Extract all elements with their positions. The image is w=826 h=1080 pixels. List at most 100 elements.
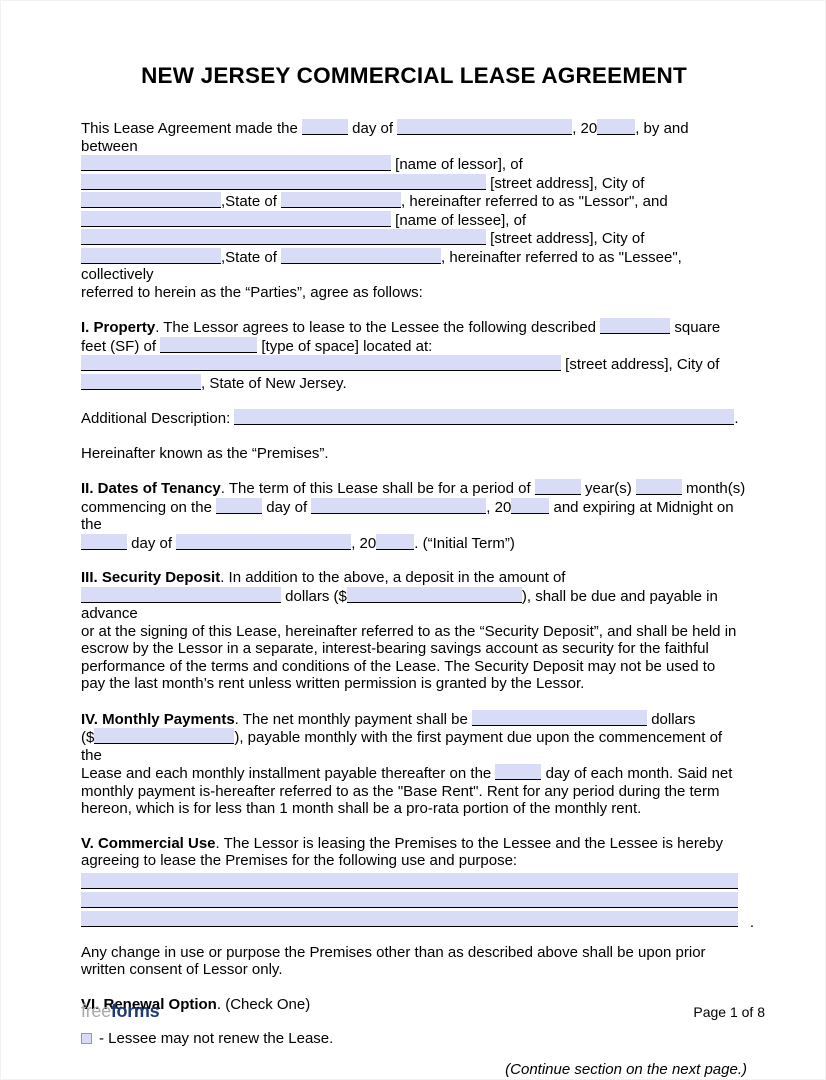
monthly-text-1b: dollars (651, 710, 696, 728)
dates-text-1b: year(s) (585, 480, 632, 497)
dates-text-3b: , 20 (351, 534, 377, 552)
intro-line-1: This Lease Agreement made the day of , 2… (81, 119, 747, 155)
payment-day-field[interactable] (495, 764, 542, 780)
dates-text-2a: commencing on the (81, 498, 212, 516)
property-text-3: [street address], City of (565, 356, 720, 373)
intro-line-3: [street address], City of (81, 173, 747, 193)
month-field[interactable] (397, 119, 573, 135)
space-type-field[interactable] (160, 336, 258, 353)
monthly-line-1: IV. Monthly Payments. The net monthly pa… (81, 709, 747, 729)
lessor-street-field[interactable] (81, 173, 486, 190)
deposit-words-field[interactable] (81, 586, 281, 603)
section-dates-of-tenancy: II. Dates of Tenancy. The term of this L… (81, 479, 747, 552)
commercial-after-line-1: Any change in use or purpose the Premise… (81, 943, 706, 961)
commercial-use-line-1[interactable] (81, 872, 738, 889)
dates-line-1: II. Dates of Tenancy. The term of this L… (81, 479, 747, 498)
day-field[interactable] (301, 119, 348, 135)
intro-text-4a: ,State of (221, 193, 277, 210)
dates-text-2c: , 20 (486, 498, 512, 516)
security-text-1: . In addition to the above, a deposit in… (220, 569, 566, 586)
intro-paragraph: This Lease Agreement made the day of , 2… (81, 119, 747, 301)
security-line-6: pay the last month’s rent unless written… (81, 675, 585, 692)
property-city-field[interactable] (81, 373, 201, 390)
end-day-field[interactable] (81, 533, 127, 550)
security-line-4: escrow by the Lessor in a separate, inte… (81, 640, 709, 657)
page-footer: freeforms Page 1 of 8 (81, 1001, 765, 1022)
commercial-use-line-3[interactable] (81, 910, 738, 927)
intro-line-2: [name of lessor], of (81, 155, 747, 174)
section-commercial-use: V. Commercial Use. The Lessor is leasing… (81, 835, 754, 931)
lessee-name-field[interactable] (81, 210, 391, 227)
document-body: This Lease Agreement made the day of , 2… (81, 89, 754, 1078)
property-text-1b: square (674, 319, 721, 336)
freeforms-logo[interactable]: freeforms (81, 1001, 160, 1022)
monthly-text-1a: . The net monthly payment shall be (234, 710, 468, 728)
property-line-2: feet (SF) of [type of space] located at: (81, 336, 747, 356)
intro-text-6: [street address], City of (490, 230, 645, 247)
lessee-street-field[interactable] (81, 229, 486, 245)
additional-description-label: Additional Description: (81, 410, 231, 427)
document-page: NEW JERSEY COMMERCIAL LEASE AGREEMENT Th… (0, 0, 826, 1080)
start-year-field[interactable] (511, 497, 550, 514)
term-months-field[interactable] (635, 479, 682, 495)
page-content: NEW JERSEY COMMERCIAL LEASE AGREEMENT Th… (81, 1, 754, 1078)
year-field[interactable] (597, 119, 636, 135)
dates-text-1c: month(s) (686, 480, 746, 497)
commercial-line-1: V. Commercial Use. The Lessor is leasing… (81, 835, 747, 853)
continue-note: (Continue section on the next page.) (505, 1060, 747, 1078)
lessor-state-field[interactable] (281, 192, 402, 208)
dates-line-2: commencing on the day of , 20 and expiri… (81, 497, 747, 534)
monthly-line-5: hereon, which is for less than 1 month s… (81, 800, 642, 817)
monthly-text-2a: ($ (81, 729, 95, 746)
renewal-option-row[interactable]: - Lessee may not renew the Lease. (81, 1030, 747, 1048)
property-text-1a: . The Lessor agrees to lease to the Less… (155, 319, 597, 336)
additional-description-period: . (734, 410, 739, 427)
lessor-city-field[interactable] (81, 192, 221, 208)
property-line-4: , State of New Jersey. (81, 373, 747, 393)
term-years-field[interactable] (534, 479, 581, 495)
lessee-city-field[interactable] (81, 247, 221, 264)
end-month-field[interactable] (176, 533, 352, 550)
additional-description-row: Additional Description: . (81, 409, 747, 428)
premises-note: Hereinafter known as the “Premises”. (81, 444, 329, 462)
logo-text-forms: forms (110, 1001, 160, 1021)
additional-description-field[interactable] (234, 409, 735, 425)
property-line-3: [street address], City of (81, 355, 747, 374)
lessee-state-field[interactable] (281, 247, 442, 264)
lessor-name-field[interactable] (81, 155, 391, 171)
rent-words-field[interactable] (472, 709, 648, 726)
commercial-line-2: agreeing to lease the Premises for the f… (81, 852, 518, 869)
security-line-1: III. Security Deposit. In addition to th… (81, 569, 747, 587)
commercial-text-1: . The Lessor is leasing the Premises to … (215, 834, 724, 852)
page-title: NEW JERSEY COMMERCIAL LEASE AGREEMENT (141, 63, 687, 88)
security-heading: III. Security Deposit (81, 569, 221, 586)
intro-text-2: [name of lessor], of (395, 156, 523, 173)
rent-amount-field[interactable] (94, 728, 235, 744)
checkbox-icon[interactable] (81, 1033, 92, 1045)
end-year-field[interactable] (376, 533, 415, 550)
start-month-field[interactable] (311, 497, 487, 514)
dates-text-3c: . (“Initial Term”) (414, 534, 515, 552)
property-line-1: I. Property. The Lessor agrees to lease … (81, 318, 747, 337)
section-security-deposit: III. Security Deposit. In addition to th… (81, 569, 747, 693)
intro-line-5: [name of lessee], of (81, 210, 747, 230)
property-street-field[interactable] (81, 355, 561, 371)
monthly-line-4: monthly payment is-hereafter referred to… (81, 782, 720, 800)
commercial-use-line-2[interactable] (81, 891, 738, 908)
start-day-field[interactable] (216, 497, 263, 514)
page-number: Page 1 of 8 (693, 1003, 765, 1020)
intro-text-1b: day of (352, 120, 394, 137)
square-feet-field[interactable] (600, 318, 671, 334)
deposit-amount-field[interactable] (346, 586, 522, 603)
intro-text-1a: This Lease Agreement made the (81, 120, 298, 137)
dates-heading: II. Dates of Tenancy (81, 480, 221, 497)
commercial-use-blank-lines: . (81, 870, 754, 931)
intro-text-4b: , hereinafter referred to as "Lessor", a… (401, 193, 668, 210)
dates-line-3: day of , 20 . (“Initial Term”) (81, 533, 747, 553)
intro-text-7a: ,State of (221, 248, 277, 266)
